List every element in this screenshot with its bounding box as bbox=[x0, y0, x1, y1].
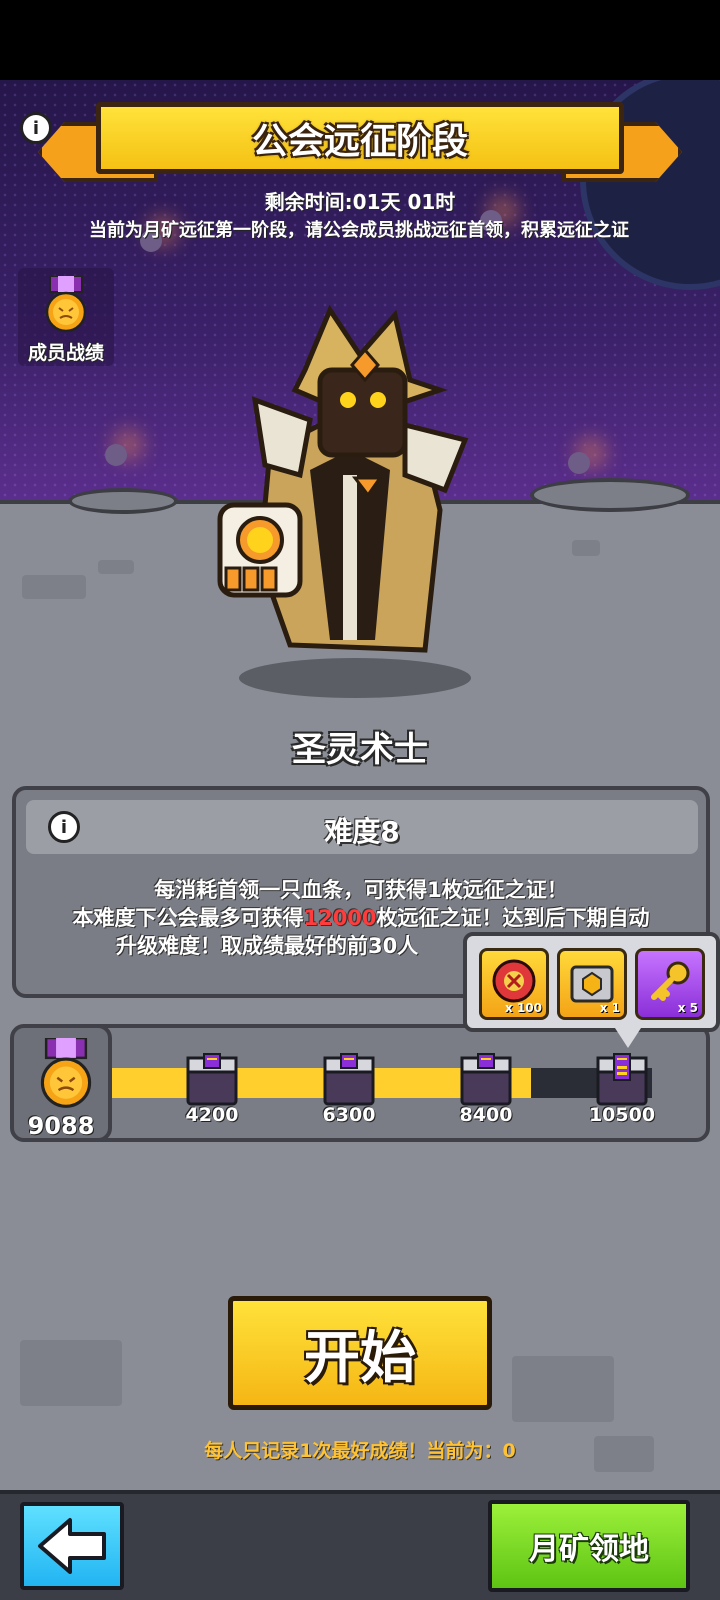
rock-decoration bbox=[98, 560, 134, 574]
member-stats-label: 成员战绩 bbox=[27, 342, 104, 364]
member-stats-button[interactable]: 成员战绩 bbox=[18, 268, 114, 366]
difficulty-header: i 难度8 bbox=[26, 800, 698, 854]
reward-qty: x 5 bbox=[677, 1001, 698, 1015]
meteor-decoration bbox=[568, 452, 590, 474]
milestone-chest-icon[interactable] bbox=[595, 1052, 649, 1108]
stage-title-banner: 公会远征阶段 bbox=[38, 100, 682, 190]
boss-name: 圣灵术士 bbox=[292, 730, 428, 770]
rock-decoration bbox=[22, 575, 86, 599]
difficulty-line-1: 每消耗首领一只血条，可获得1枚远征之证！ bbox=[154, 878, 568, 902]
banner-plate: 公会远征阶段 bbox=[96, 102, 624, 174]
reward-qty: x 1 bbox=[599, 1001, 620, 1015]
page-title: 公会远征阶段 bbox=[251, 121, 468, 162]
start-button[interactable]: 开始 bbox=[228, 1296, 492, 1410]
milestone-label: 10500 bbox=[588, 1104, 656, 1126]
current-score: 9088 bbox=[27, 1112, 95, 1140]
medal-icon bbox=[45, 276, 87, 333]
milestone-label: 4200 bbox=[185, 1104, 239, 1126]
milestone-label: 6300 bbox=[322, 1104, 376, 1126]
rock-decoration bbox=[512, 1356, 614, 1422]
current-score-box: 9088 bbox=[10, 1024, 112, 1142]
milestone-chest-icon[interactable] bbox=[322, 1052, 376, 1108]
reward-qty: x 100 bbox=[505, 1001, 542, 1015]
difficulty-line-2-prefix: 本难度下公会最多可获得 bbox=[72, 906, 304, 930]
stage-description: 当前为月矿远征第一阶段，请公会成员挑战远征首领，积累远征之证 bbox=[89, 220, 629, 241]
record-note: 每人只记录1次最好成绩！当前为：0 bbox=[204, 1440, 516, 1462]
meteor-decoration bbox=[105, 444, 127, 466]
start-button-label: 开始 bbox=[304, 1325, 416, 1391]
milestone-chest-icon[interactable] bbox=[185, 1052, 239, 1108]
moon-mine-territory-label: 月矿领地 bbox=[529, 1532, 649, 1567]
difficulty-line-2-suffix: 枚远征之证！达到后下期自动 bbox=[376, 906, 650, 930]
back-arrow-icon bbox=[38, 1518, 106, 1574]
crater-decoration bbox=[530, 478, 690, 512]
info-icon[interactable]: i bbox=[20, 112, 52, 144]
reward-item-purple-key[interactable]: x 5 bbox=[635, 948, 705, 1020]
rock-decoration bbox=[572, 540, 600, 556]
moon-mine-territory-button[interactable]: 月矿领地 bbox=[488, 1500, 690, 1592]
remaining-time: 剩余时间:01天 01时 bbox=[264, 190, 456, 214]
difficulty-line-2: 本难度下公会最多可获得12000枚远征之证！达到后下期自动 bbox=[16, 904, 706, 932]
milestone-chest-icon[interactable] bbox=[459, 1052, 513, 1108]
reward-item-red-shield[interactable]: x 100 bbox=[479, 948, 549, 1020]
reward-item-chest-token[interactable]: x 1 bbox=[557, 948, 627, 1020]
boss-character[interactable] bbox=[200, 300, 500, 700]
back-button[interactable] bbox=[20, 1502, 124, 1590]
reward-popup: x 100 x 1 x 5 bbox=[463, 932, 720, 1032]
milestone-label: 8400 bbox=[459, 1104, 513, 1126]
difficulty-title: 难度8 bbox=[324, 815, 400, 848]
crater-decoration bbox=[68, 488, 178, 514]
status-bar bbox=[0, 0, 720, 80]
rock-decoration bbox=[20, 1340, 122, 1406]
max-tokens-value: 12000 bbox=[303, 906, 377, 930]
medal-icon bbox=[40, 1038, 92, 1108]
